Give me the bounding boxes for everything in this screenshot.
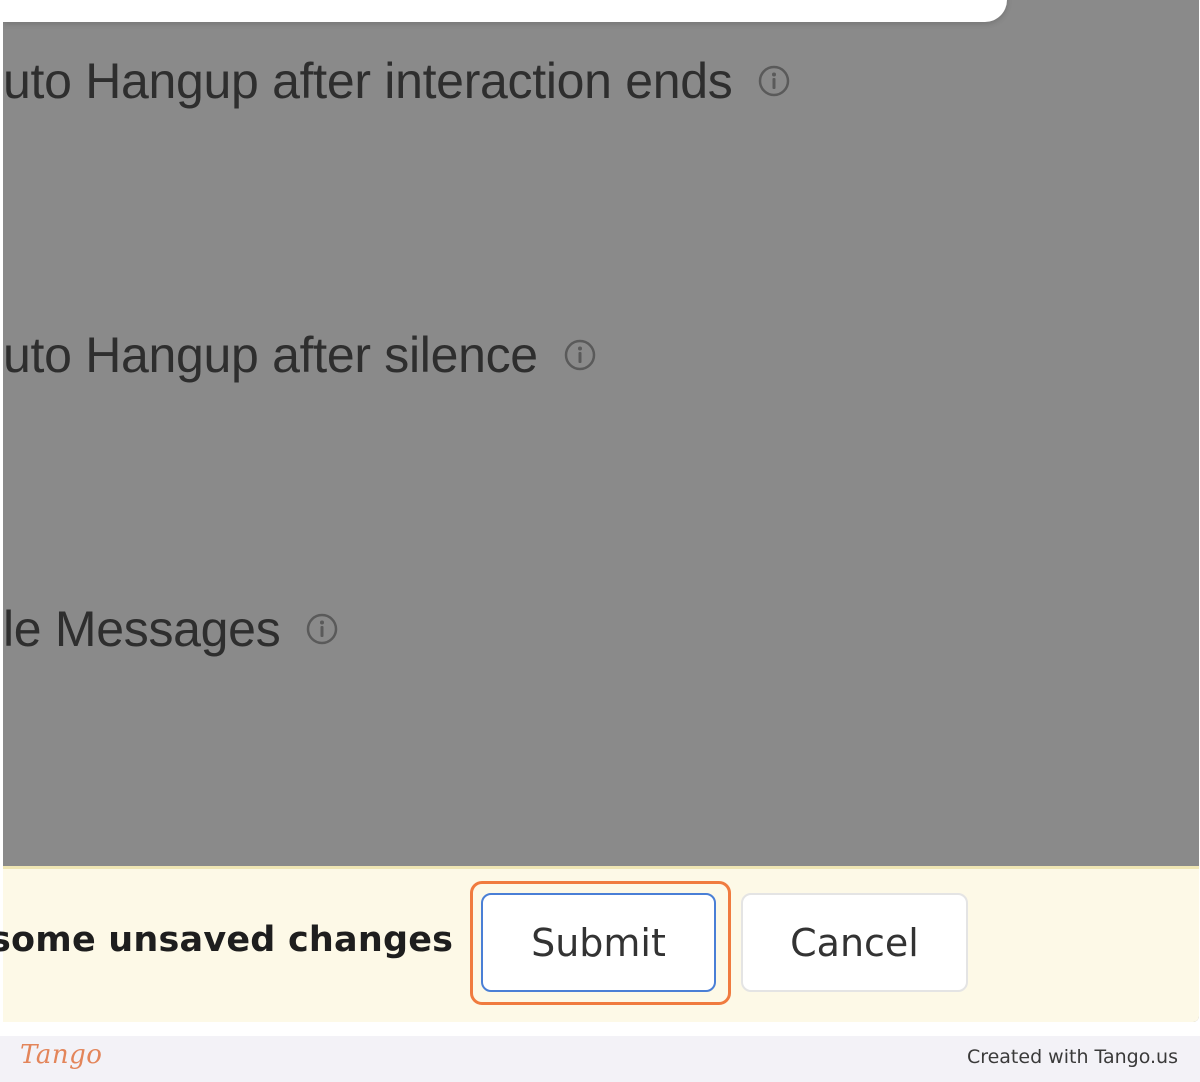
info-icon[interactable] [758, 65, 790, 97]
info-icon[interactable] [306, 613, 338, 645]
footer-credit: Created with Tango.us [966, 1046, 1178, 1068]
cancel-button[interactable]: Cancel [741, 893, 968, 992]
setting-label: le Messages [3, 601, 281, 657]
setting-row-auto-hangup-interaction: uto Hangup after interaction ends [3, 52, 790, 110]
top-panel [3, 0, 1007, 22]
setting-label: uto Hangup after silence [3, 327, 538, 383]
submit-button[interactable]: Submit [481, 893, 716, 992]
setting-label: uto Hangup after interaction ends [3, 53, 733, 109]
info-icon[interactable] [564, 339, 596, 371]
dimmed-settings-page: uto Hangup after interaction ends uto Ha… [3, 0, 1199, 1022]
unsaved-changes-message: some unsaved changes [0, 920, 454, 960]
tango-logo: Tango [20, 1040, 103, 1070]
setting-row-auto-hangup-silence: uto Hangup after silence [3, 326, 596, 384]
setting-row-idle-messages: le Messages [3, 600, 338, 658]
screenshot-frame: uto Hangup after interaction ends uto Ha… [0, 0, 1200, 1036]
